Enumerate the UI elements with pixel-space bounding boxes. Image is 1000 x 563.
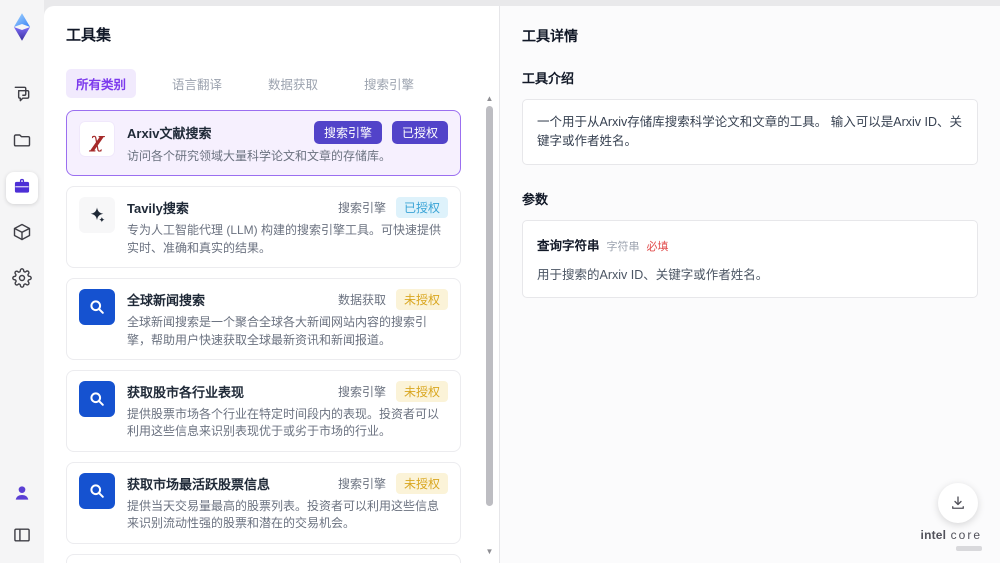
tool-list: χ Arxiv文献搜索 搜索引擎 已授权 访问各个研究领域大量科学论文和文章的存… [66,110,473,563]
tool-description: 全球新闻搜索是一个聚合全球各大新闻网站内容的搜索引擎，帮助用户快速获取全球最新资… [127,315,428,347]
tool-card[interactable]: 万维地区新闻查询 搜索引擎 未授权 查询具体行政区划内的新闻，快速了解各地新闻动 [66,553,461,563]
tool-name: 获取市场最活跃股票信息 [127,476,271,492]
tool-description: 专为人工智能代理 (LLM) 构建的搜索引擎工具。可快速提供实时、准确和真实的结… [127,223,442,255]
scroll-down-arrow[interactable]: ▼ [485,547,494,557]
intel-sub-badge [956,546,982,551]
tool-name: Arxiv文献搜索 [127,126,212,141]
tool-auth-badge: 未授权 [395,380,448,402]
app-logo-icon [7,12,37,42]
tab-所有类别[interactable]: 所有类别 [66,69,137,98]
blue-search-icon [79,289,115,326]
blue-search-icon [79,380,115,417]
intro-heading: 工具介绍 [522,71,575,86]
sidebar-bottom [6,479,38,553]
tool-name: Tavily搜索 [127,201,189,217]
sidebar-item-tools[interactable] [6,172,38,204]
sidebar-item-collapse[interactable] [6,521,38,553]
tool-category-badge: 搜索引擎 [313,121,382,144]
params-list: 查询字符串 字符串 必填 用于搜索的Arxiv ID、关键字或作者姓名。 [522,219,978,298]
tool-card[interactable]: χ Arxiv文献搜索 搜索引擎 已授权 访问各个研究领域大量科学论文和文章的存… [66,110,461,177]
intel-wordmark: intel [920,528,947,542]
params-heading: 参数 [522,191,549,207]
tab-语言翻译[interactable]: 语言翻译 [162,69,232,98]
folder-icon [12,130,32,155]
intel-core-logo: intel core [921,526,982,551]
details-title: 工具详情 [522,28,578,44]
tool-auth-badge: 未授权 [395,472,448,494]
sidebar-item-models[interactable] [6,218,38,250]
scrollbar-thumb[interactable] [486,106,493,506]
cube-icon [12,222,32,247]
user-icon [12,483,32,508]
tool-description: 访问各个研究领域大量科学论文和文章的存储库。 [127,149,392,163]
tool-category-badge: 搜索引擎 [337,476,386,491]
param-required-flag: 必填 [646,240,669,253]
category-tabs: 所有类别 语言翻译 数据获取 搜索引擎 [66,69,473,98]
gear-icon [12,267,32,293]
sidebar-item-account[interactable] [6,479,38,511]
tool-description: 提供股票市场各个行业在特定时间段内的表现。投资者可以利用这些信息来识别表现优于或… [127,406,440,439]
tool-card[interactable]: 获取市场最活跃股票信息 搜索引擎 未授权 提供当天交易量最高的股票列表。投资者可… [66,461,461,544]
param-name: 查询字符串 [537,238,600,253]
content-area: 工具集 所有类别 语言翻译 数据获取 搜索引擎 χ Arxiv文献搜索 搜索引擎 已授… [44,0,1000,563]
param-type: 字符串 [606,240,640,253]
tool-category-badge: 搜索引擎 [337,384,386,399]
app-root: 工具集 所有类别 语言翻译 数据获取 搜索引擎 χ Arxiv文献搜索 搜索引擎 已授… [0,0,1000,563]
download-button[interactable] [938,483,978,523]
tool-auth-badge: 未授权 [395,289,448,311]
sidebar-nav [6,80,38,296]
tools-panel: 工具集 所有类别 语言翻译 数据获取 搜索引擎 χ Arxiv文献搜索 搜索引擎 已授… [44,6,500,563]
tool-auth-badge: 已授权 [395,197,448,219]
sidebar-item-chat[interactable] [6,80,38,112]
sidebar-item-files[interactable] [6,126,38,158]
param-card: 查询字符串 字符串 必填 用于搜索的Arxiv ID、关键字或作者姓名。 [522,219,978,298]
tool-details-panel: 工具详情 工具介绍 一个用于从Arxiv存储库搜索科学论文和文章的工具。 输入可… [500,6,1000,563]
scroll-up-arrow[interactable]: ▲ [485,94,494,104]
tool-intro-box: 一个用于从Arxiv存储库搜索科学论文和文章的工具。 输入可以是Arxiv ID… [522,99,978,165]
download-icon [952,496,964,509]
tool-card[interactable]: 全球新闻搜索 数据获取 未授权 全球新闻搜索是一个聚合全球各大新闻网站内容的搜索… [66,278,461,360]
tool-description: 提供当天交易量最高的股票列表。投资者可以利用这些信息来识别流动性强的股票和潜在的… [127,498,440,531]
tool-card[interactable]: 获取股市各行业表现 搜索引擎 未授权 提供股票市场各个行业在特定时间段内的表现。… [66,369,461,452]
scrollbar[interactable]: ▲ ▼ [485,94,494,557]
param-description: 用于搜索的Arxiv ID、关键字或作者姓名。 [537,267,769,282]
page-title: 工具集 [66,27,112,44]
panel-toggle-icon [12,525,32,550]
chat-icon [12,84,32,109]
tool-name: 获取股市各行业表现 [127,384,245,400]
arxiv-logo-icon: χ [79,121,115,157]
tab-数据获取[interactable]: 数据获取 [258,69,328,98]
briefcase-icon [12,176,32,201]
core-wordmark: core [950,528,982,542]
sidebar-item-settings[interactable] [6,264,38,296]
tool-name: 全球新闻搜索 [127,293,206,309]
sidebar [0,0,44,563]
tool-category-badge: 数据获取 [337,293,386,308]
tool-card[interactable]: Tavily搜索 搜索引擎 已授权 专为人工智能代理 (LLM) 构建的搜索引擎… [66,186,461,269]
tool-category-badge: 搜索引擎 [337,201,386,216]
tab-搜索引擎[interactable]: 搜索引擎 [354,69,424,98]
tavily-sparkle-icon [79,197,115,234]
blue-search-icon [79,472,115,509]
tool-auth-badge: 已授权 [391,121,448,144]
